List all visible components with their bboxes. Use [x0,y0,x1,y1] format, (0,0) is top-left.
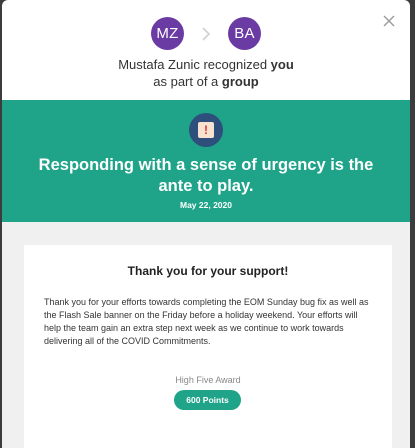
company-value-title: Responding with a sense of urgency is th… [38,156,374,195]
as-part-text: as part of a [153,74,222,89]
message-card: Thank you for your support! Thank you fo… [24,245,392,448]
recipient-initials: BA [234,25,255,42]
you-text: you [270,57,294,72]
card-message: Thank you for your efforts towards compl… [44,297,369,346]
avatar-row: MZ BA [2,17,410,50]
recognized-text: recognized [199,57,271,72]
group-text: group [221,74,259,89]
sender-name[interactable]: Mustafa Zunic [118,57,200,72]
exclamation-badge-icon: ! [189,113,223,147]
chevron-right-icon [184,17,228,50]
sender-avatar[interactable]: MZ [151,17,184,50]
sender-initials: MZ [156,25,179,42]
recognition-date: May 22, 2020 [180,200,232,210]
award-name: High Five Award [175,375,241,385]
recipient-avatar[interactable]: BA [228,17,261,50]
recognition-modal: MZ BA Mustafa Zunic recognized you as pa… [2,0,410,448]
points-badge: 600 Points [174,390,241,410]
card-title: Thank you for your support! [127,264,289,278]
recognition-summary: Mustafa Zunic recognized you as part of … [2,56,410,90]
